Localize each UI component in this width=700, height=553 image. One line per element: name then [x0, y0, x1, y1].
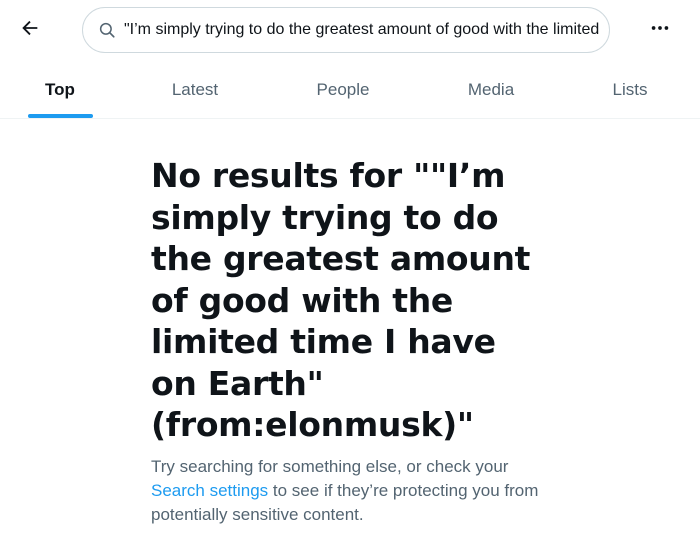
- tab-label: Lists: [612, 80, 648, 99]
- tab-label: People: [316, 80, 370, 99]
- more-options-button[interactable]: [640, 10, 680, 46]
- more-horizontal-icon: [651, 26, 669, 30]
- tab-top[interactable]: Top: [28, 62, 92, 118]
- search-box[interactable]: [82, 7, 610, 53]
- tab-lists[interactable]: Lists: [590, 62, 670, 118]
- active-tab-indicator: [28, 114, 93, 118]
- tab-media[interactable]: Media: [446, 62, 536, 118]
- tab-label: Latest: [171, 80, 219, 99]
- tab-people[interactable]: People: [298, 62, 388, 118]
- back-button[interactable]: [12, 10, 48, 46]
- tab-label: Top: [45, 80, 75, 99]
- arrow-left-icon: [22, 20, 38, 36]
- search-input[interactable]: [124, 21, 604, 39]
- empty-state-title: No results for ""I’m simply trying to do…: [151, 156, 531, 444]
- search-settings-link[interactable]: Search settings: [151, 481, 268, 500]
- search-header: [0, 0, 700, 62]
- tab-label: Media: [467, 80, 515, 99]
- empty-state: No results for ""I’m simply trying to do…: [151, 155, 551, 527]
- tab-latest[interactable]: Latest: [150, 62, 240, 118]
- search-tabs: Top Latest People Media Lists: [0, 62, 700, 119]
- search-icon: [98, 20, 118, 40]
- empty-state-message-prefix: Try searching for something else, or che…: [151, 456, 509, 476]
- empty-state-message: Try searching for something else, or che…: [151, 455, 551, 527]
